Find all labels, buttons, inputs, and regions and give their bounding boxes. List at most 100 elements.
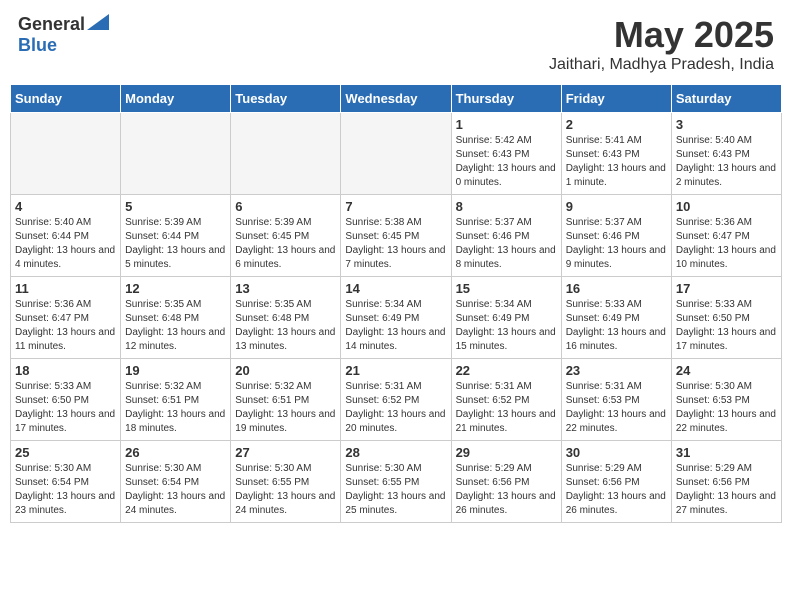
day-number: 8 — [456, 199, 557, 214]
day-info: Sunrise: 5:33 AM Sunset: 6:50 PM Dayligh… — [15, 380, 116, 436]
calendar-cell: 31 Sunrise: 5:29 AM Sunset: 6:56 PM Dayli… — [671, 441, 781, 523]
day-info: Sunrise: 5:36 AM Sunset: 6:47 PM Dayligh… — [676, 216, 777, 272]
calendar-week-row: 18 Sunrise: 5:33 AM Sunset: 6:50 PM Dayli… — [11, 359, 782, 441]
day-number: 9 — [566, 199, 667, 214]
calendar-cell: 17 Sunrise: 5:33 AM Sunset: 6:50 PM Dayli… — [671, 277, 781, 359]
logo-general: General — [18, 14, 85, 35]
calendar-cell: 24 Sunrise: 5:30 AM Sunset: 6:53 PM Dayli… — [671, 359, 781, 441]
day-number: 7 — [345, 199, 446, 214]
calendar-cell: 29 Sunrise: 5:29 AM Sunset: 6:56 PM Dayli… — [451, 441, 561, 523]
day-info: Sunrise: 5:33 AM Sunset: 6:50 PM Dayligh… — [676, 298, 777, 354]
calendar-cell — [11, 113, 121, 195]
day-info: Sunrise: 5:30 AM Sunset: 6:54 PM Dayligh… — [15, 462, 116, 518]
calendar-week-row: 11 Sunrise: 5:36 AM Sunset: 6:47 PM Dayli… — [11, 277, 782, 359]
day-header-sunday: Sunday — [11, 85, 121, 113]
day-info: Sunrise: 5:36 AM Sunset: 6:47 PM Dayligh… — [15, 298, 116, 354]
calendar-week-row: 1 Sunrise: 5:42 AM Sunset: 6:43 PM Daylig… — [11, 113, 782, 195]
day-header-tuesday: Tuesday — [231, 85, 341, 113]
day-number: 13 — [235, 281, 336, 296]
calendar-cell: 7 Sunrise: 5:38 AM Sunset: 6:45 PM Daylig… — [341, 195, 451, 277]
calendar-cell: 28 Sunrise: 5:30 AM Sunset: 6:55 PM Dayli… — [341, 441, 451, 523]
day-number: 15 — [456, 281, 557, 296]
day-number: 26 — [125, 445, 226, 460]
calendar-cell: 5 Sunrise: 5:39 AM Sunset: 6:44 PM Daylig… — [121, 195, 231, 277]
day-number: 29 — [456, 445, 557, 460]
calendar-cell: 1 Sunrise: 5:42 AM Sunset: 6:43 PM Daylig… — [451, 113, 561, 195]
day-info: Sunrise: 5:29 AM Sunset: 6:56 PM Dayligh… — [456, 462, 557, 518]
day-info: Sunrise: 5:31 AM Sunset: 6:53 PM Dayligh… — [566, 380, 667, 436]
day-number: 2 — [566, 117, 667, 132]
calendar-cell: 27Sunrise: 5:30 AM Sunset: 6:55 PM Dayli… — [231, 441, 341, 523]
day-number: 20 — [235, 363, 336, 378]
day-number: 22 — [456, 363, 557, 378]
day-info: Sunrise: 5:30 AM Sunset: 6:55 PM Dayligh… — [345, 462, 446, 518]
calendar-cell: 4 Sunrise: 5:40 AM Sunset: 6:44 PM Daylig… — [11, 195, 121, 277]
calendar-cell: 10 Sunrise: 5:36 AM Sunset: 6:47 PM Dayli… — [671, 195, 781, 277]
day-number: 10 — [676, 199, 777, 214]
day-info: Sunrise: 5:30 AM Sunset: 6:55 PM Dayligh… — [235, 462, 336, 518]
calendar-cell — [231, 113, 341, 195]
day-number: 19 — [125, 363, 226, 378]
calendar-header-row: SundayMondayTuesdayWednesdayThursdayFrid… — [11, 85, 782, 113]
calendar-cell: 30Sunrise: 5:29 AM Sunset: 6:56 PM Dayli… — [561, 441, 671, 523]
calendar-cell: 15 Sunrise: 5:34 AM Sunset: 6:49 PM Dayli… — [451, 277, 561, 359]
day-number: 6 — [235, 199, 336, 214]
day-number: 18 — [15, 363, 116, 378]
day-info: Sunrise: 5:35 AM Sunset: 6:48 PM Dayligh… — [125, 298, 226, 354]
calendar-cell: 22 Sunrise: 5:31 AM Sunset: 6:52 PM Dayli… — [451, 359, 561, 441]
calendar-cell: 19Sunrise: 5:32 AM Sunset: 6:51 PM Dayli… — [121, 359, 231, 441]
title-section: May 2025 Jaithari, Madhya Pradesh, India — [549, 14, 774, 74]
month-title: May 2025 — [549, 14, 774, 56]
day-number: 28 — [345, 445, 446, 460]
day-info: Sunrise: 5:34 AM Sunset: 6:49 PM Dayligh… — [345, 298, 446, 354]
day-number: 4 — [15, 199, 116, 214]
day-info: Sunrise: 5:30 AM Sunset: 6:53 PM Dayligh… — [676, 380, 777, 436]
calendar-cell: 26 Sunrise: 5:30 AM Sunset: 6:54 PM Dayli… — [121, 441, 231, 523]
day-info: Sunrise: 5:32 AM Sunset: 6:51 PM Dayligh… — [235, 380, 336, 436]
page-header: General Blue May 2025 Jaithari, Madhya P… — [10, 10, 782, 78]
day-info: Sunrise: 5:41 AM Sunset: 6:43 PM Dayligh… — [566, 134, 667, 190]
day-number: 21 — [345, 363, 446, 378]
day-number: 12 — [125, 281, 226, 296]
day-info: Sunrise: 5:34 AM Sunset: 6:49 PM Dayligh… — [456, 298, 557, 354]
calendar-week-row: 4 Sunrise: 5:40 AM Sunset: 6:44 PM Daylig… — [11, 195, 782, 277]
day-header-saturday: Saturday — [671, 85, 781, 113]
day-info: Sunrise: 5:38 AM Sunset: 6:45 PM Dayligh… — [345, 216, 446, 272]
calendar-cell: 11 Sunrise: 5:36 AM Sunset: 6:47 PM Dayli… — [11, 277, 121, 359]
calendar-cell: 16Sunrise: 5:33 AM Sunset: 6:49 PM Dayli… — [561, 277, 671, 359]
day-number: 14 — [345, 281, 446, 296]
day-number: 30 — [566, 445, 667, 460]
day-info: Sunrise: 5:42 AM Sunset: 6:43 PM Dayligh… — [456, 134, 557, 190]
day-info: Sunrise: 5:37 AM Sunset: 6:46 PM Dayligh… — [456, 216, 557, 272]
calendar-cell: 6Sunrise: 5:39 AM Sunset: 6:45 PM Daylig… — [231, 195, 341, 277]
calendar-cell: 13 Sunrise: 5:35 AM Sunset: 6:48 PM Dayli… — [231, 277, 341, 359]
calendar-cell — [341, 113, 451, 195]
day-info: Sunrise: 5:40 AM Sunset: 6:43 PM Dayligh… — [676, 134, 777, 190]
day-number: 17 — [676, 281, 777, 296]
day-info: Sunrise: 5:30 AM Sunset: 6:54 PM Dayligh… — [125, 462, 226, 518]
day-number: 25 — [15, 445, 116, 460]
day-number: 11 — [15, 281, 116, 296]
day-number: 31 — [676, 445, 777, 460]
calendar-table: SundayMondayTuesdayWednesdayThursdayFrid… — [10, 84, 782, 523]
calendar-cell: 25 Sunrise: 5:30 AM Sunset: 6:54 PM Dayli… — [11, 441, 121, 523]
day-header-monday: Monday — [121, 85, 231, 113]
day-info: Sunrise: 5:35 AM Sunset: 6:48 PM Dayligh… — [235, 298, 336, 354]
logo-icon — [87, 14, 109, 30]
calendar-cell: 21Sunrise: 5:31 AM Sunset: 6:52 PM Dayli… — [341, 359, 451, 441]
day-info: Sunrise: 5:40 AM Sunset: 6:44 PM Dayligh… — [15, 216, 116, 272]
day-info: Sunrise: 5:39 AM Sunset: 6:44 PM Dayligh… — [125, 216, 226, 272]
day-number: 24 — [676, 363, 777, 378]
calendar-cell: 20 Sunrise: 5:32 AM Sunset: 6:51 PM Dayli… — [231, 359, 341, 441]
day-number: 5 — [125, 199, 226, 214]
day-number: 23 — [566, 363, 667, 378]
day-header-friday: Friday — [561, 85, 671, 113]
day-info: Sunrise: 5:29 AM Sunset: 6:56 PM Dayligh… — [676, 462, 777, 518]
calendar-cell: 14 Sunrise: 5:34 AM Sunset: 6:49 PM Dayli… — [341, 277, 451, 359]
day-info: Sunrise: 5:31 AM Sunset: 6:52 PM Dayligh… — [456, 380, 557, 436]
calendar-cell: 12 Sunrise: 5:35 AM Sunset: 6:48 PM Dayli… — [121, 277, 231, 359]
location-title: Jaithari, Madhya Pradesh, India — [549, 56, 774, 74]
day-number: 1 — [456, 117, 557, 132]
day-info: Sunrise: 5:33 AM Sunset: 6:49 PM Dayligh… — [566, 298, 667, 354]
logo-blue: Blue — [18, 35, 57, 55]
